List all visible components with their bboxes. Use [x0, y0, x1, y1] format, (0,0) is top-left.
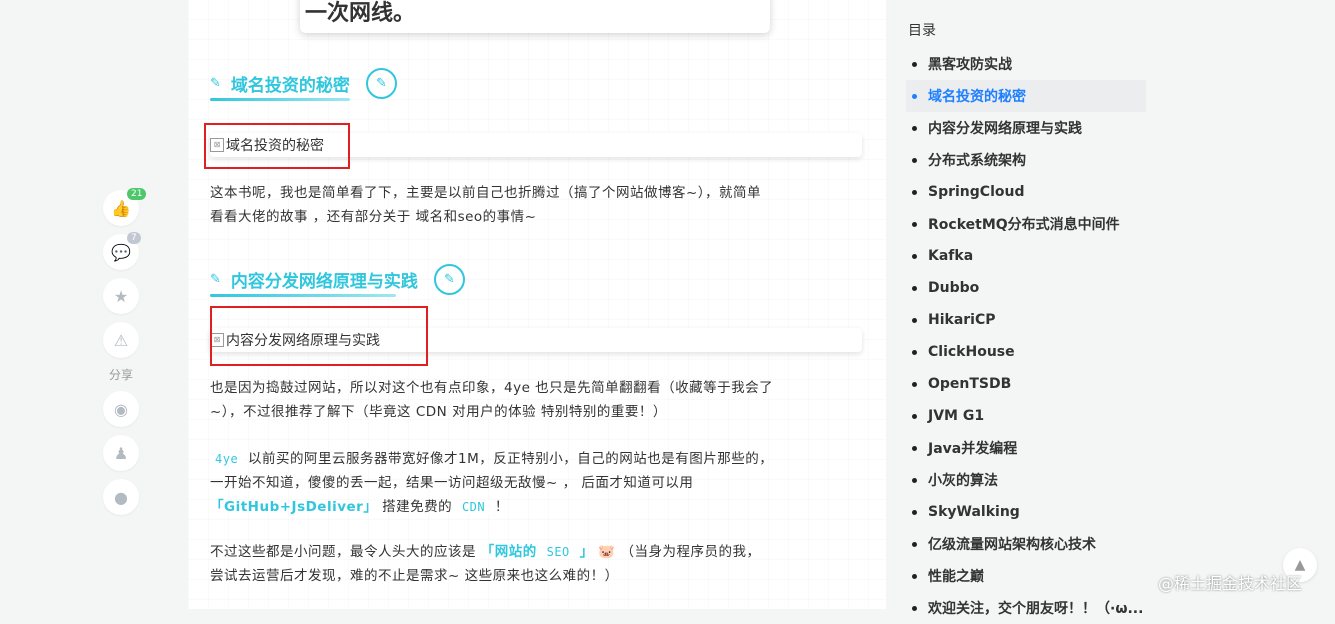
toc-item[interactable]: 性能之巅 — [896, 560, 1154, 592]
section-heading-text: 内容分发网络原理与实践 — [230, 272, 418, 292]
text: 以前买的阿里云服务器带宽好像才1M，反正特别小，自己的网站也是有图片那些的， — [247, 451, 774, 467]
paragraph-line: ~），不过很推荐了解下（毕竟这 CDN 对用户的体验 特别特别的重要！） — [210, 404, 667, 420]
share-qq-button[interactable]: ♟ — [103, 435, 139, 471]
toc-item[interactable]: SkyWalking — [896, 496, 1154, 528]
comment-button[interactable]: 💬 7 — [103, 232, 141, 270]
comment-icon: 💬 — [111, 242, 131, 262]
text: 不过这些都是小问题，最令人头大的应该是 — [210, 544, 476, 560]
paragraph: 这本书呢，我也是简单看了下，主要是以前自己也折腾过（搞了个网站做博客~），就简单… — [210, 181, 860, 229]
edit-icon[interactable]: ✎ — [433, 264, 465, 295]
paragraph: 4ye 以前买的阿里云服务器带宽好像才1M，反正特别小，自己的网站也是有图片那些… — [210, 447, 860, 519]
inline-code: CDN — [456, 500, 491, 514]
text: ！ — [494, 499, 509, 515]
collect-button[interactable]: ★ — [103, 278, 139, 314]
toc-item[interactable]: ClickHouse — [896, 336, 1154, 368]
toc-item[interactable]: Dubbo — [896, 272, 1154, 304]
inline-code: 4ye — [210, 452, 244, 466]
thumbs-up-icon: 👍 — [111, 198, 131, 218]
highlight-text: 「网站的 — [480, 544, 537, 560]
toc-item[interactable]: 小灰的算法 — [896, 464, 1154, 496]
share-weibo-button[interactable]: ◉ — [103, 391, 139, 427]
qq-icon: ♟ — [113, 443, 129, 463]
like-button[interactable]: 👍 21 — [103, 188, 147, 226]
inline-code: SEO — [541, 545, 575, 559]
highlight-text: 」 — [579, 544, 594, 560]
paragraph-line: 这本书呢，我也是简单看了下，主要是以前自己也折腾过（搞了个网站做博客~），就简单 — [210, 185, 762, 201]
heading-underline — [210, 294, 396, 297]
paragraph-line: 不过这些都是小问题，最令人头大的应该是 「网站的 SEO 」 🐷 （当身为程序员… — [210, 540, 860, 564]
paragraph-line: 也是因为捣鼓过网站，所以对这个也有点印象，4ye 也只是先简单翻翻看（收藏等于我… — [210, 380, 774, 396]
toc-item[interactable]: SpringCloud — [896, 176, 1154, 208]
toc-item[interactable]: JVM G1 — [896, 400, 1154, 432]
article-actions: 👍 21 💬 7 ★ ⚠ 分享 ◉ ♟ ● — [103, 188, 147, 523]
section-heading-cdn: ✎ 内容分发网络原理与实践 ✎ — [210, 264, 465, 297]
share-wechat-button[interactable]: ● — [103, 479, 139, 515]
annotation-box — [204, 123, 350, 169]
paragraph-line: 4ye 以前买的阿里云服务器带宽好像才1M，反正特别小，自己的网站也是有图片那些… — [210, 447, 860, 471]
paragraph: 不过这些都是小问题，最令人头大的应该是 「网站的 SEO 」 🐷 （当身为程序员… — [210, 540, 860, 588]
toc-item[interactable]: RocketMQ分布式消息中间件 — [896, 208, 1154, 240]
toc-list: 黑客攻防实战 域名投资的秘密 内容分发网络原理与实践 分布式系统架构 SpringClo… — [896, 48, 1154, 624]
paragraph-line: 「GitHub+JsDeliver」 搭建免费的 CDN ！ — [210, 495, 860, 519]
toc-item[interactable]: 亿级流量网站架构核心技术 — [896, 528, 1154, 560]
paragraph-line: 看看大佬的故事 ，还有部分关于 域名和seo的事情~ — [210, 209, 537, 225]
toc-title: 目录 — [908, 23, 936, 39]
edit-icon[interactable]: ✎ — [365, 68, 397, 99]
paragraph: 也是因为捣鼓过网站，所以对这个也有点印象，4ye 也只是先简单翻翻看（收藏等于我… — [210, 376, 860, 424]
toc-item[interactable]: 欢迎关注，交个朋友呀！！（·ω... — [896, 592, 1154, 624]
star-icon: ★ — [113, 286, 129, 306]
toc-item[interactable]: OpenTSDB — [896, 368, 1154, 400]
article-body: 一次网线。 ✎ 域名投资的秘密 ✎ ⊠ 域名投资的秘密 这本书呢，我也是简单看了… — [188, 0, 886, 609]
pen-icon: ✎ — [210, 272, 221, 287]
warning-icon: ⚠ — [113, 330, 129, 350]
text: 搭建免费的 — [382, 499, 453, 515]
watermark: @稀土掘金技术社区 — [1158, 574, 1303, 593]
highlight-text: 「GitHub+JsDeliver」 — [210, 499, 378, 515]
quote-text: 一次网线。 — [305, 1, 416, 26]
pen-icon: ✎ — [210, 76, 221, 91]
toc-item[interactable]: 域名投资的秘密 — [906, 80, 1146, 112]
section-heading-text: 域名投资的秘密 — [230, 76, 350, 96]
toc-item[interactable]: Kafka — [896, 240, 1154, 272]
toc-item[interactable]: HikariCP — [896, 304, 1154, 336]
report-button[interactable]: ⚠ — [103, 322, 139, 358]
share-label: 分享 — [108, 368, 133, 382]
table-of-contents: 目录 黑客攻防实战 域名投资的秘密 内容分发网络原理与实践 分布式系统架构 Spring… — [896, 10, 1154, 624]
heading-underline — [210, 98, 350, 101]
toc-item[interactable]: 内容分发网络原理与实践 — [896, 112, 1154, 144]
paragraph-line: 尝试去运营后才发现，难的不止是需求~ 这些原来也这么难的！） — [210, 568, 619, 584]
comment-count-badge: 7 — [127, 232, 141, 244]
toc-item[interactable]: Java并发编程 — [896, 432, 1154, 464]
like-count-badge: 21 — [127, 188, 147, 200]
paragraph-line: 一开始不知道，傻傻的丢一起，结果一访问超级无敌慢~ ， 后面才知道可以用 — [210, 475, 694, 491]
toc-item[interactable]: 黑客攻防实战 — [896, 48, 1154, 80]
weibo-icon: ◉ — [114, 399, 128, 419]
wechat-icon: ● — [114, 487, 128, 507]
annotation-box — [210, 306, 428, 366]
toc-item[interactable]: 分布式系统架构 — [896, 144, 1154, 176]
text: （当身为程序员的我， — [620, 544, 761, 560]
pig-emoji-icon: 🐷 — [598, 544, 616, 560]
section-heading-domain: ✎ 域名投资的秘密 ✎ — [210, 68, 397, 101]
